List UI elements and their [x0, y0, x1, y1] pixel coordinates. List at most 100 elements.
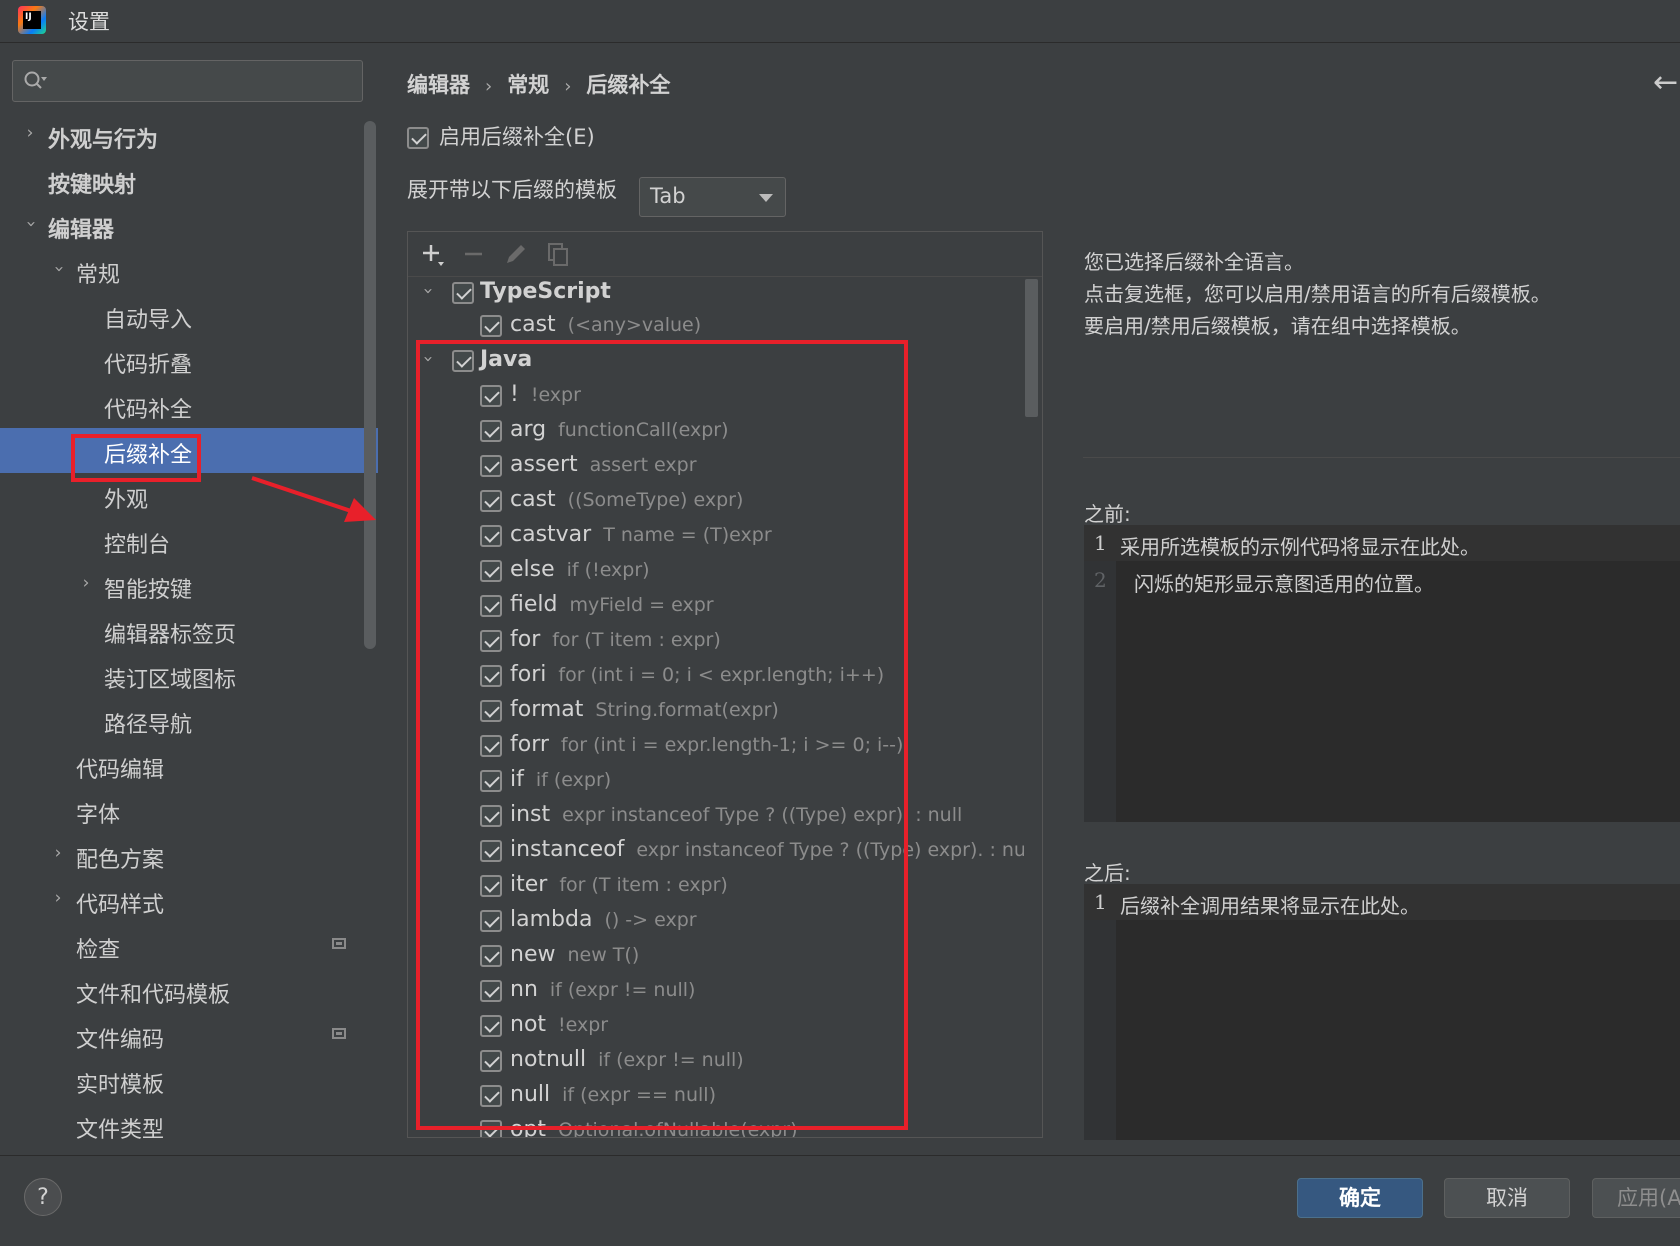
ok-button[interactable]: 确定 — [1297, 1178, 1423, 1218]
template-group-row[interactable]: › Java — [408, 344, 1024, 379]
template-row[interactable]: nn if (expr != null) — [408, 974, 1024, 1009]
template-row[interactable]: format String.format(expr) — [408, 694, 1024, 729]
template-key: forr — [510, 732, 549, 757]
template-row[interactable]: lambda () -> expr — [408, 904, 1024, 939]
template-checkbox[interactable] — [480, 735, 502, 757]
enable-postfix-checkbox[interactable]: 启用后缀补全(E) — [407, 121, 595, 151]
template-checkbox[interactable] — [480, 700, 502, 722]
plus-icon[interactable] — [418, 240, 446, 268]
apply-button[interactable]: 应用(A — [1592, 1178, 1680, 1218]
tree-item-general[interactable]: › 常规 — [0, 248, 378, 293]
template-row[interactable]: assert assert expr — [408, 449, 1024, 484]
project-scope-icon — [332, 938, 346, 949]
group-checkbox[interactable] — [452, 350, 474, 372]
pencil-icon[interactable] — [502, 240, 530, 268]
template-checkbox[interactable] — [480, 1120, 502, 1137]
tree-item-appearance-behavior[interactable]: › 外观与行为 — [0, 113, 378, 158]
tree-item-code-editing[interactable]: 代码编辑 — [0, 743, 378, 788]
chevron-down-icon[interactable]: › — [418, 349, 438, 369]
tree-item-code-folding[interactable]: 代码折叠 — [0, 338, 378, 383]
checkbox-icon[interactable] — [407, 127, 429, 149]
group-checkbox[interactable] — [452, 282, 474, 304]
template-row[interactable]: cast ((SomeType) expr) — [408, 484, 1024, 519]
tree-item-keymap[interactable]: 按键映射 — [0, 158, 378, 203]
tree-item-editor[interactable]: › 编辑器 — [0, 203, 378, 248]
template-checkbox[interactable] — [480, 665, 502, 687]
template-row[interactable]: opt Optional.ofNullable(expr) — [408, 1114, 1024, 1137]
postfix-templates-panel: › TypeScript cast (<any>value) › Java ! !e… — [407, 231, 1043, 1138]
tree-item-inspections[interactable]: 检查 — [0, 923, 378, 968]
expand-key-select[interactable]: Tab — [639, 177, 786, 217]
chevron-down-icon[interactable]: › — [418, 281, 438, 301]
minus-icon[interactable] — [460, 240, 488, 268]
breadcrumb-item[interactable]: 常规 — [507, 73, 549, 97]
template-row[interactable]: for for (T item : expr) — [408, 624, 1024, 659]
tree-item-font[interactable]: 字体 — [0, 788, 378, 833]
template-checkbox[interactable] — [480, 420, 502, 442]
tree-item-smart-keys[interactable]: › 智能按键 — [0, 563, 378, 608]
template-row[interactable]: field myField = expr — [408, 589, 1024, 624]
tree-item-auto-import[interactable]: 自动导入 — [0, 293, 378, 338]
tree-item-code-style[interactable]: › 代码样式 — [0, 878, 378, 923]
tree-item-label: 控制台 — [104, 533, 171, 558]
template-checkbox[interactable] — [480, 840, 502, 862]
template-row[interactable]: instanceof expr instanceof Type ? ((Type)… — [408, 834, 1024, 869]
chevron-down-icon[interactable]: › — [19, 214, 41, 234]
chevron-right-icon[interactable]: › — [48, 888, 68, 910]
tree-item-live-templates[interactable]: 实时模板 — [0, 1058, 378, 1103]
help-button[interactable]: ? — [24, 1178, 62, 1216]
chevron-right-icon[interactable]: › — [20, 123, 40, 145]
template-checkbox[interactable] — [480, 770, 502, 792]
chevron-right-icon[interactable]: › — [76, 573, 96, 595]
sidebar-scrollbar[interactable] — [364, 121, 376, 649]
template-checkbox[interactable] — [480, 980, 502, 1002]
template-checkbox[interactable] — [480, 805, 502, 827]
back-arrow-icon[interactable]: ← — [1653, 65, 1678, 100]
tree-item-breadcrumbs[interactable]: 路径导航 — [0, 698, 378, 743]
template-row[interactable]: inst expr instanceof Type ? ((Type) expr)… — [408, 799, 1024, 834]
annotation-arrow-icon — [251, 476, 376, 522]
template-row[interactable]: else if (!expr) — [408, 554, 1024, 589]
template-row[interactable]: new new T() — [408, 939, 1024, 974]
templates-scrollbar[interactable] — [1025, 279, 1038, 417]
template-row[interactable]: if if (expr) — [408, 764, 1024, 799]
template-row[interactable]: null if (expr == null) — [408, 1079, 1024, 1114]
tree-item-gutter-icons[interactable]: 装订区域图标 — [0, 653, 378, 698]
template-checkbox[interactable] — [480, 1085, 502, 1107]
template-checkbox[interactable] — [480, 1050, 502, 1072]
copy-icon[interactable] — [544, 240, 572, 268]
template-checkbox[interactable] — [480, 1015, 502, 1037]
breadcrumb-item[interactable]: 编辑器 — [407, 73, 470, 97]
template-row[interactable]: notnull if (expr != null) — [408, 1044, 1024, 1079]
tree-item-file-encodings[interactable]: 文件编码 — [0, 1013, 378, 1058]
template-checkbox[interactable] — [480, 910, 502, 932]
template-checkbox[interactable] — [480, 595, 502, 617]
template-row[interactable]: forr for (int i = expr.length-1; i >= 0; … — [408, 729, 1024, 764]
template-row[interactable]: arg functionCall(expr) — [408, 414, 1024, 449]
tree-item-code-completion[interactable]: 代码补全 — [0, 383, 378, 428]
template-checkbox[interactable] — [480, 490, 502, 512]
template-checkbox[interactable] — [480, 385, 502, 407]
search-input[interactable] — [12, 60, 363, 102]
template-checkbox[interactable] — [480, 455, 502, 477]
tree-item-color-scheme[interactable]: › 配色方案 — [0, 833, 378, 878]
template-row[interactable]: ! !expr — [408, 379, 1024, 414]
template-group-row[interactable]: › TypeScript — [408, 276, 1024, 311]
template-checkbox[interactable] — [480, 315, 502, 337]
template-row[interactable]: fori for (int i = 0; i < expr.length; i++… — [408, 659, 1024, 694]
template-row[interactable]: iter for (T item : expr) — [408, 869, 1024, 904]
template-checkbox[interactable] — [480, 525, 502, 547]
template-checkbox[interactable] — [480, 560, 502, 582]
tree-item-file-code-templates[interactable]: 文件和代码模板 — [0, 968, 378, 1013]
tree-item-editor-tabs[interactable]: 编辑器标签页 — [0, 608, 378, 653]
cancel-button[interactable]: 取消 — [1444, 1178, 1570, 1218]
template-row[interactable]: not !expr — [408, 1009, 1024, 1044]
template-checkbox[interactable] — [480, 630, 502, 652]
template-row[interactable]: castvar T name = (T)expr — [408, 519, 1024, 554]
chevron-down-icon[interactable]: › — [47, 259, 69, 279]
template-checkbox[interactable] — [480, 945, 502, 967]
chevron-right-icon[interactable]: › — [48, 843, 68, 865]
tree-item-file-types[interactable]: 文件类型 — [0, 1103, 378, 1148]
template-row[interactable]: cast (<any>value) — [408, 309, 1024, 344]
template-checkbox[interactable] — [480, 875, 502, 897]
